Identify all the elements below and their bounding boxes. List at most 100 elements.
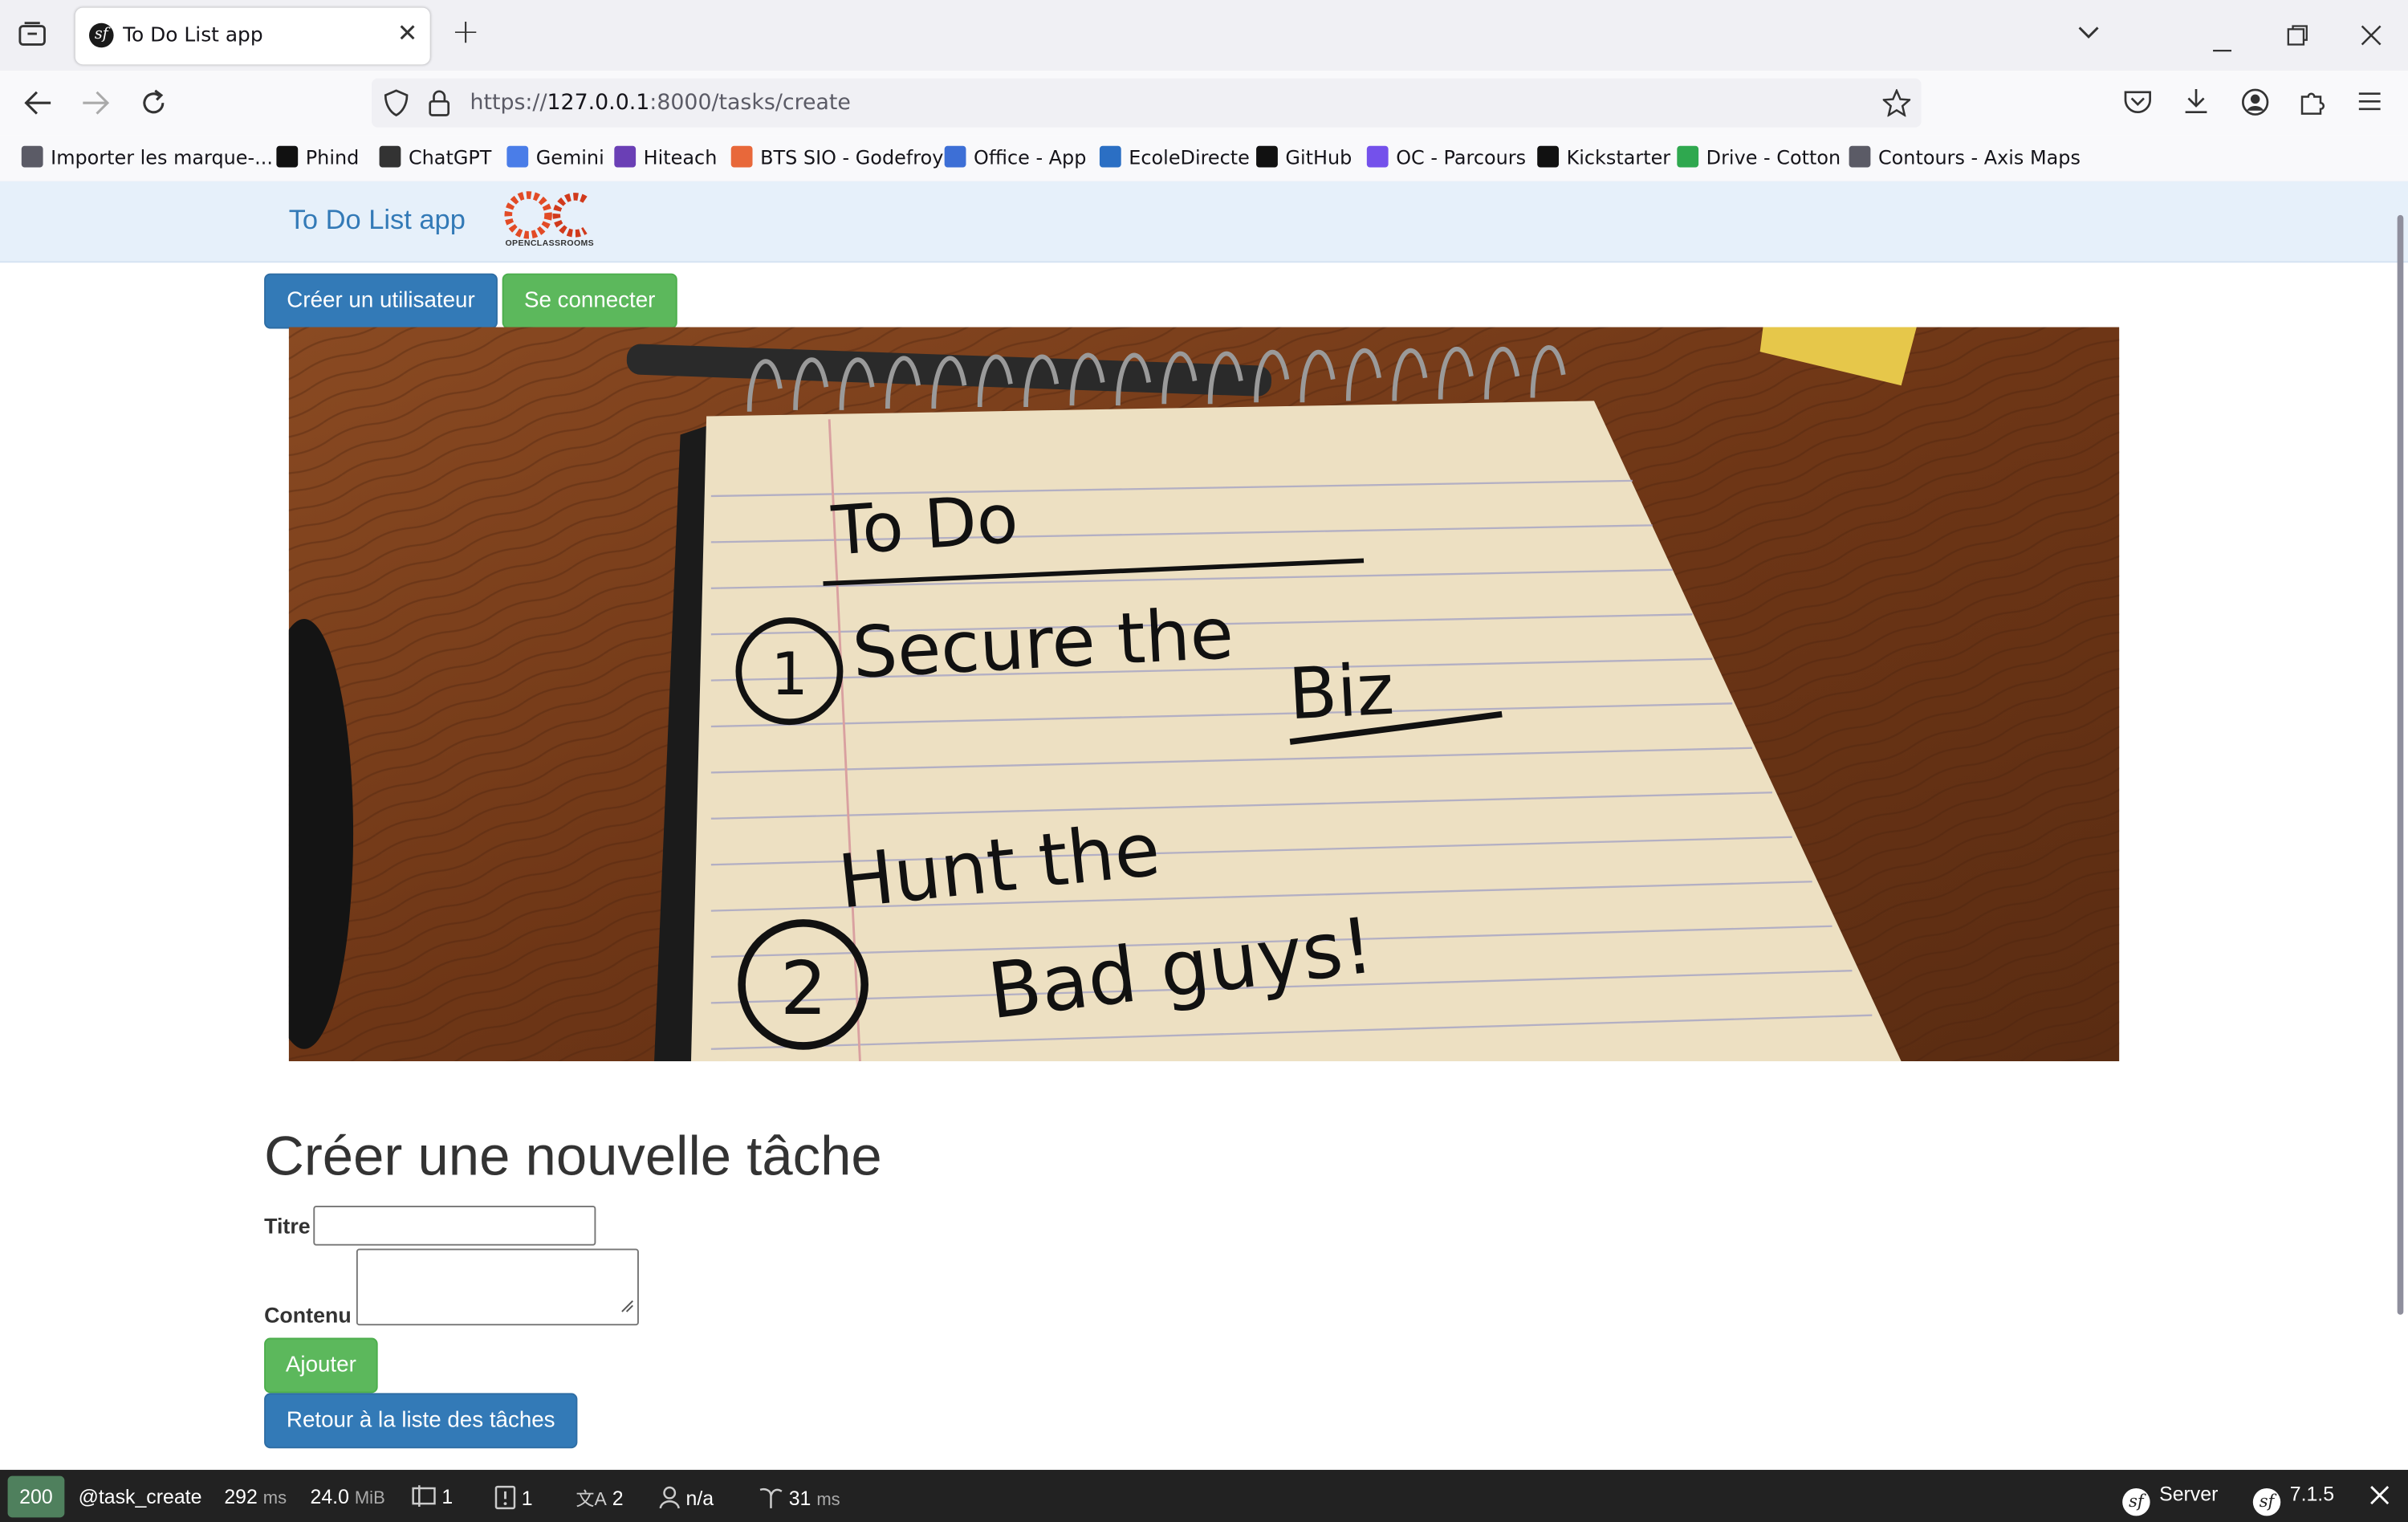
- forward-arrow-icon[interactable]: [79, 89, 110, 124]
- hero-heading-text: To Do: [828, 479, 1020, 571]
- tab-close-icon[interactable]: ✕: [397, 18, 418, 47]
- url-bar[interactable]: https://127.0.0.1:8000/tasks/create: [372, 78, 1922, 128]
- resize-handle-icon[interactable]: [619, 1293, 634, 1321]
- bookmark-star-icon[interactable]: [1881, 87, 1913, 124]
- new-tab-button[interactable]: +: [452, 14, 480, 52]
- request-time[interactable]: 292 ms: [224, 1485, 287, 1508]
- bookmark-label: Hiteach: [643, 145, 718, 169]
- restore-window-icon[interactable]: [2287, 23, 2308, 52]
- bookmark-label: OC - Parcours: [1396, 145, 1527, 169]
- hero-todo-image: To Do 1 Secure the Biz Hunt the 2 Bad gu…: [288, 327, 2120, 1062]
- bookmark-label: Drive - Cotton: [1706, 145, 1841, 169]
- bookmark-label: EcoleDirecte: [1129, 145, 1250, 169]
- tab-title: To Do List app: [123, 24, 263, 48]
- bookmark-label: GitHub: [1285, 145, 1352, 169]
- active-tab[interactable]: sf To Do List app ✕: [75, 7, 430, 65]
- logs-panel[interactable]: 1: [494, 1485, 533, 1510]
- bookmark-item[interactable]: OC - Parcours: [1366, 145, 1527, 169]
- openclassrooms-logo: OPENCLASSROOMS: [501, 187, 595, 254]
- bookmark-label: BTS SIO - Godefroy: [760, 145, 944, 169]
- star-icon: [730, 145, 753, 168]
- login-button[interactable]: Se connecter: [502, 273, 677, 329]
- translations-panel[interactable]: 文A 2: [576, 1485, 623, 1512]
- gemini-icon: [506, 145, 529, 168]
- lock-icon[interactable]: [429, 89, 450, 124]
- bookmark-item[interactable]: GitHub: [1256, 145, 1352, 169]
- app-brand-link[interactable]: To Do List app: [289, 204, 466, 236]
- page-title: Créer une nouvelle tâche: [264, 1124, 882, 1187]
- hero-number-two: 2: [780, 946, 827, 1032]
- status-code-badge[interactable]: 200: [7, 1475, 65, 1518]
- bookmark-label: Phind: [305, 145, 360, 169]
- bookmark-item[interactable]: Gemini: [506, 145, 604, 169]
- bookmark-label: Gemini: [535, 145, 604, 169]
- twig-icon: [759, 1487, 783, 1508]
- bookmark-item[interactable]: ChatGPT: [379, 145, 492, 169]
- user-panel[interactable]: n/a: [659, 1485, 714, 1510]
- download-icon[interactable]: [2182, 87, 2210, 123]
- drive-icon: [1677, 145, 1699, 168]
- add-task-button[interactable]: Ajouter: [264, 1337, 378, 1394]
- openclassrooms-logo-text: OPENCLASSROOMS: [505, 239, 595, 249]
- extensions-icon[interactable]: [2299, 87, 2326, 123]
- hiteach-icon: [614, 145, 637, 168]
- bookmark-item[interactable]: Kickstarter: [1537, 145, 1671, 169]
- hero-line-one-b: Biz: [1287, 648, 1396, 736]
- bookmark-item[interactable]: Hiteach: [614, 145, 718, 169]
- bookmark-label: ChatGPT: [408, 145, 492, 169]
- symfony-logo-icon: sf: [2122, 1487, 2150, 1516]
- browser-tab-bar: sf To Do List app ✕ +: [0, 0, 2408, 71]
- bookmark-item[interactable]: Drive - Cotton: [1677, 145, 1841, 169]
- title-input[interactable]: [313, 1205, 596, 1246]
- globe-icon: [1849, 145, 1871, 168]
- chatgpt-icon: [379, 145, 401, 168]
- log-icon: [494, 1485, 516, 1510]
- server-panel[interactable]: sf Server: [2122, 1482, 2218, 1516]
- translation-icon: 文A: [576, 1487, 607, 1510]
- bookmark-label: Importer les marque-...: [51, 145, 273, 169]
- title-label: Titre: [264, 1213, 311, 1239]
- create-user-button[interactable]: Créer un utilisateur: [264, 273, 498, 329]
- account-icon[interactable]: [2241, 87, 2270, 124]
- pocket-icon[interactable]: [2124, 89, 2151, 121]
- route-name[interactable]: @task_create: [79, 1485, 202, 1508]
- symfony-version[interactable]: sf 7.1.5: [2252, 1482, 2334, 1516]
- memory-usage[interactable]: 24.0 MiB: [310, 1485, 384, 1508]
- symfony-favicon-icon: sf: [88, 22, 114, 48]
- tab-list-icon[interactable]: [18, 22, 46, 52]
- github-icon: [1256, 145, 1278, 168]
- bookmark-item[interactable]: Phind: [276, 145, 360, 169]
- bookmark-label: Contours - Axis Maps: [1877, 145, 2081, 169]
- bookmarks-toolbar: Importer les marque-... Phind ChatGPT Gemin…: [0, 135, 2408, 183]
- bookmark-item[interactable]: EcoleDirecte: [1099, 145, 1250, 169]
- bookmark-item[interactable]: BTS SIO - Godefroy: [730, 145, 944, 169]
- tracking-shield-icon[interactable]: [384, 89, 409, 124]
- symfony-logo-icon: sf: [2252, 1487, 2281, 1516]
- tab-overflow-chevron-icon[interactable]: [2076, 18, 2101, 47]
- import-icon: [21, 145, 43, 168]
- forms-panel[interactable]: 1: [412, 1485, 453, 1508]
- symfony-profiler-toolbar: 200 @task_create 292 ms 24.0 MiB 1 1 文A …: [0, 1470, 2408, 1522]
- back-to-list-button[interactable]: Retour à la liste des tâches: [264, 1393, 578, 1449]
- user-icon: [659, 1486, 680, 1509]
- minimize-window-icon[interactable]: [2211, 31, 2233, 59]
- bookmark-item[interactable]: Contours - Axis Maps: [1849, 145, 2081, 169]
- form-icon: [412, 1485, 436, 1507]
- bookmark-label: Kickstarter: [1566, 145, 1671, 169]
- ecoledirecte-icon: [1099, 145, 1121, 168]
- menu-hamburger-icon[interactable]: [2357, 91, 2382, 120]
- close-toolbar-icon[interactable]: [2369, 1485, 2390, 1510]
- url-text[interactable]: https://127.0.0.1:8000/tasks/create: [470, 91, 850, 116]
- reload-icon[interactable]: [138, 87, 169, 126]
- page-scrollbar[interactable]: [2397, 214, 2404, 1315]
- content-textarea[interactable]: [356, 1248, 639, 1326]
- oc-icon: [1366, 145, 1389, 168]
- bookmark-label: Office - App: [974, 145, 1087, 169]
- twig-panel[interactable]: 31 ms: [759, 1485, 840, 1510]
- bookmark-item[interactable]: Importer les marque-...: [21, 145, 273, 169]
- back-arrow-icon[interactable]: [23, 89, 54, 124]
- content-label: Contenu: [264, 1302, 352, 1328]
- close-window-icon[interactable]: [2361, 23, 2382, 52]
- office-icon: [944, 145, 966, 168]
- bookmark-item[interactable]: Office - App: [944, 145, 1087, 169]
